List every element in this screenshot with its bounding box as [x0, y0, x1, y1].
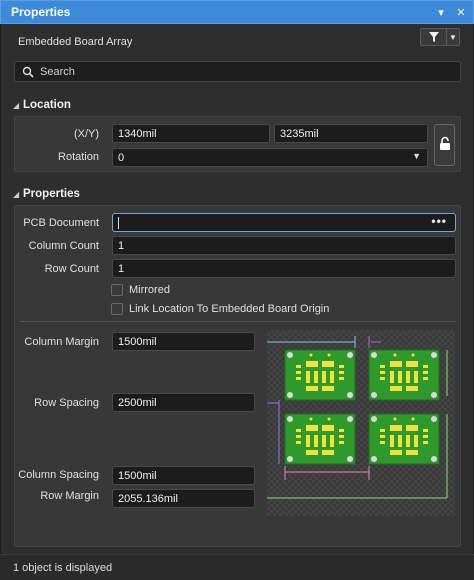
chevron-down-icon: ▼ [412, 151, 421, 161]
row-spacing-value: 2500mil [118, 396, 157, 409]
y-position-value: 3235mil [280, 127, 319, 140]
rotation-label: Rotation [58, 151, 99, 163]
board-bottom-right [368, 413, 440, 465]
mirrored-label: Mirrored [129, 284, 170, 296]
location-section-title: Location [23, 99, 71, 111]
column-margin-label: Column Margin [24, 336, 99, 348]
collapse-triangle-icon[interactable]: ◢ [13, 101, 23, 110]
row-margin-field[interactable]: 2055.136mil [112, 489, 255, 508]
column-count-value: 1 [118, 239, 125, 252]
status-text: 1 object is displayed [13, 561, 113, 574]
column-spacing-label: Column Spacing [18, 469, 99, 481]
panel-title: Properties [11, 5, 71, 19]
y-position-field[interactable]: 3235mil [274, 124, 428, 143]
link-location-checkbox[interactable] [111, 303, 123, 315]
section-divider [20, 321, 456, 322]
lock-button[interactable] [434, 124, 455, 166]
column-spacing-value: 1500mil [118, 469, 157, 482]
padlock-icon [439, 136, 451, 154]
pcb-document-field[interactable]: ••• [112, 213, 456, 232]
mirrored-checkbox[interactable] [111, 284, 123, 296]
object-type-label: Embedded Board Array [18, 36, 133, 48]
collapse-triangle-icon[interactable]: ◢ [13, 190, 23, 199]
search-input[interactable]: Search [14, 61, 461, 82]
link-location-label: Link Location To Embedded Board Origin [129, 303, 330, 315]
funnel-icon [421, 29, 447, 45]
status-bar: 1 object is displayed [0, 554, 474, 580]
row-spacing-field[interactable]: 2500mil [112, 393, 255, 412]
board-array-illustration [255, 330, 455, 516]
x-position-field[interactable]: 1340mil [112, 124, 270, 143]
panel-titlebar: Properties ▾ ✕ [0, 0, 474, 24]
row-margin-value: 2055.136mil [118, 492, 178, 505]
properties-section-header[interactable]: ◢ Properties [1, 185, 474, 203]
column-count-label: Column Count [28, 240, 99, 252]
row-count-label: Row Count [44, 263, 99, 275]
xy-label: (X/Y) [73, 128, 99, 140]
object-type-row: Embedded Board Array [1, 30, 474, 54]
row-margin-label: Row Margin [40, 490, 99, 502]
x-position-value: 1340mil [118, 127, 157, 140]
magnifier-icon [18, 66, 38, 78]
board-top-left [284, 349, 356, 401]
close-icon[interactable]: ✕ [453, 4, 469, 20]
chevron-down-icon[interactable]: ▼ [447, 29, 459, 45]
row-count-value: 1 [118, 262, 125, 275]
column-count-field[interactable]: 1 [112, 236, 456, 255]
board-top-right [368, 349, 440, 401]
row-count-field[interactable]: 1 [112, 259, 456, 278]
properties-section-title: Properties [23, 188, 80, 200]
row-spacing-label: Row Spacing [34, 397, 99, 409]
pcb-document-label: PCB Document [23, 217, 99, 229]
panel-menu-icon[interactable]: ▾ [433, 4, 449, 20]
board-bottom-left [284, 413, 356, 465]
mirrored-checkbox-row[interactable]: Mirrored [111, 282, 170, 298]
column-margin-value: 1500mil [118, 335, 157, 348]
rotation-value: 0 [118, 151, 125, 164]
rotation-dropdown[interactable]: 0 ▼ [112, 148, 428, 167]
column-margin-field[interactable]: 1500mil [112, 332, 255, 351]
location-section-header[interactable]: ◢ Location [1, 96, 474, 114]
board-array-svg [255, 336, 448, 499]
search-placeholder: Search [40, 65, 75, 78]
filter-button[interactable]: ▼ [420, 28, 460, 46]
text-caret [118, 216, 119, 229]
link-location-checkbox-row[interactable]: Link Location To Embedded Board Origin [111, 301, 329, 317]
browse-button[interactable]: ••• [431, 214, 447, 228]
column-spacing-field[interactable]: 1500mil [112, 466, 255, 485]
